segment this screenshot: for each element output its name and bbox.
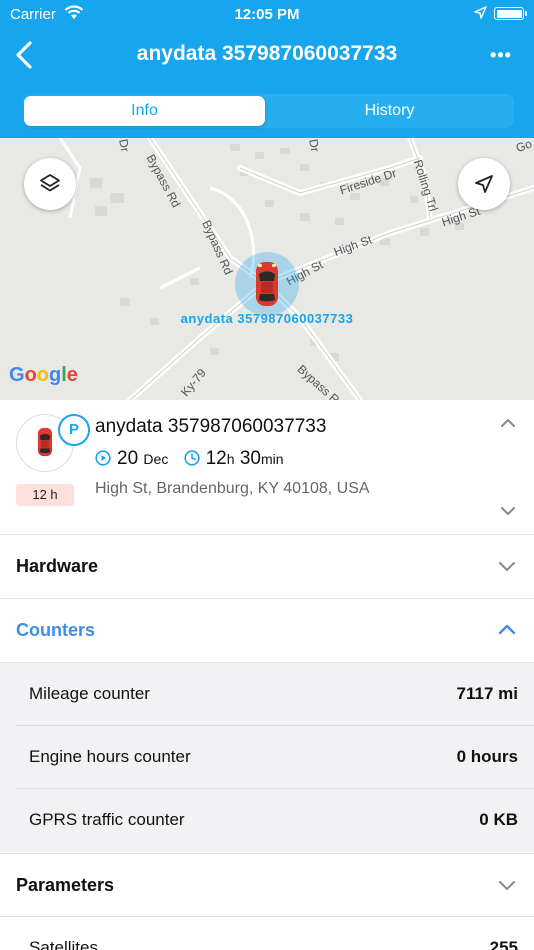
- location-services-icon: [474, 6, 487, 23]
- counter-value: 0 KB: [479, 810, 518, 829]
- object-card[interactable]: P 12 h anydata 357987060037733 20 Dec 12…: [0, 400, 534, 535]
- layers-button[interactable]: [24, 158, 76, 210]
- navigation-arrow-icon: [475, 175, 493, 193]
- section-counters-label: Counters: [16, 620, 96, 640]
- more-button[interactable]: •••: [484, 40, 518, 70]
- section-hardware[interactable]: Hardware: [0, 535, 534, 599]
- counter-label: Engine hours counter: [29, 747, 191, 766]
- chevron-down-icon: [498, 878, 516, 897]
- back-button[interactable]: [10, 38, 40, 72]
- section-counters[interactable]: Counters: [0, 599, 534, 663]
- counter-label: Mileage counter: [29, 684, 150, 703]
- parking-status-badge: P: [58, 414, 90, 446]
- chevron-up-icon: [498, 623, 516, 642]
- counter-row-gprs-traffic: GPRS traffic counter 0 KB: [0, 789, 534, 852]
- section-hardware-label: Hardware: [16, 556, 99, 576]
- battery-icon: [494, 7, 527, 20]
- vehicle-marker[interactable]: [235, 252, 299, 316]
- layers-icon: [40, 174, 60, 192]
- counter-value: 0 hours: [456, 747, 518, 766]
- car-icon: [37, 427, 53, 457]
- page-title: anydata 357987060037733: [136, 42, 398, 65]
- counter-label: GPRS traffic counter: [29, 810, 185, 829]
- minutes-unit: min: [260, 451, 284, 467]
- tab-bar: Info History: [22, 94, 514, 128]
- road-label: Dr: [306, 138, 323, 153]
- tab-history[interactable]: History: [269, 96, 510, 126]
- car-icon: [256, 262, 278, 306]
- play-circle-icon: [95, 450, 111, 472]
- clock: 12:05 PM: [234, 6, 300, 23]
- object-address: High St, Brandenburg, KY 40108, USA: [95, 480, 370, 497]
- road-label: Dr: [116, 138, 133, 153]
- duration-minutes: 30: [239, 448, 261, 469]
- parameter-label: Satellites: [29, 938, 98, 950]
- section-parameters-label: Parameters: [16, 875, 115, 895]
- my-location-button[interactable]: [458, 158, 510, 210]
- parameter-value: 255: [489, 938, 518, 950]
- duration-hours: 12: [205, 448, 227, 469]
- tab-info[interactable]: Info: [24, 96, 265, 126]
- date-day: 20: [117, 448, 139, 469]
- date-month: Dec: [143, 451, 169, 467]
- counter-row-engine-hours: Engine hours counter 0 hours: [0, 726, 534, 789]
- object-name: anydata 357987060037733: [95, 416, 327, 437]
- clock-icon: [184, 450, 200, 472]
- counter-row-mileage: Mileage counter 7117 mi: [0, 663, 534, 726]
- google-logo: Google: [9, 364, 78, 386]
- section-parameters[interactable]: Parameters: [0, 853, 534, 917]
- parameter-row-satellites: Satellites 255: [0, 917, 534, 950]
- chevron-down-icon: [498, 559, 516, 578]
- vehicle-marker-label: anydata 357987060037733: [180, 311, 354, 326]
- header: Carrier 12:05 PM anydata 357987060037733…: [0, 0, 534, 138]
- collapse-card-button[interactable]: [500, 416, 516, 434]
- duration-badge: 12 h: [16, 484, 74, 506]
- map-view[interactable]: Bypass Rd Bypass Rd High St High St High…: [0, 138, 534, 400]
- hours-unit: h: [226, 451, 235, 467]
- counter-value: 7117 mi: [456, 684, 518, 703]
- object-meta: 20 Dec 12h 30min: [95, 448, 284, 472]
- expand-card-button[interactable]: [500, 504, 516, 522]
- status-bar: Carrier 12:05 PM: [0, 0, 534, 28]
